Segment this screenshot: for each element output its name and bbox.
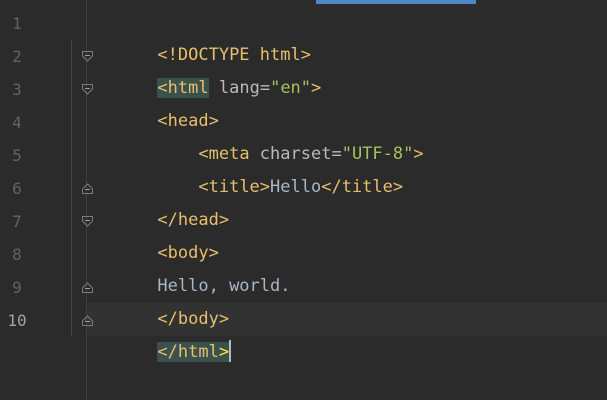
tag-name: html [177,342,219,362]
attribute-name: lang [218,78,260,98]
gutter-row-7: 7 [0,205,93,238]
code-editor[interactable]: 1 2 3 4 5 6 7 8 9 10 <!DOCTYPE html> <ht… [0,0,607,400]
attribute-equals: = [259,78,271,98]
code-line-6[interactable]: </head> [96,171,229,230]
gutter-row-10: 10 [0,304,93,337]
code-line-2[interactable]: <html lang="en"> [96,39,321,98]
gutter-row-4: 4 [0,106,87,139]
code-line-8[interactable]: Hello, world. [96,237,290,296]
code-line-4[interactable]: <meta charset="UTF-8"> [96,105,423,164]
line-number-current: 10 [7,311,27,330]
gutter-row-5: 5 [0,139,87,172]
line-number: 4 [12,113,22,132]
code-line-9[interactable]: </body> [96,270,229,329]
line-number: 5 [12,146,22,165]
tag-bracket-highlighted: > [218,342,230,362]
gutter-row-9: 9 [0,271,93,304]
gutter-row-6: 6 [0,172,93,205]
fold-end-icon[interactable] [82,282,93,293]
fold-collapse-icon[interactable] [82,216,93,227]
code-line-1[interactable]: <!DOCTYPE html> [96,6,311,65]
text-caret [229,340,232,362]
code-line-10[interactable]: </html> [96,303,232,362]
tag-bracket: > [311,78,322,98]
gutter-row-1: 1 [0,7,87,40]
line-number: 6 [12,179,22,198]
fold-collapse-icon[interactable] [82,51,93,62]
line-number: 7 [12,212,22,231]
code-line-5[interactable]: <title>Hello</title> [96,138,403,197]
line-number: 1 [12,14,22,33]
tag-bracket: </ [157,342,178,362]
fold-end-icon[interactable] [82,315,93,326]
code-line-7[interactable]: <body> [96,204,218,263]
title-text: Hello [270,177,322,197]
tag-bracket: > [413,144,424,164]
gutter-row-3: 3 [0,73,93,106]
matched-tag-close: </html> [157,342,230,362]
line-number: 3 [12,80,22,99]
gutter-row-8: 8 [0,238,87,271]
line-number: 8 [12,245,22,264]
line-number: 2 [12,47,22,66]
line-number: 9 [12,278,22,297]
line-number-gutter[interactable]: 1 2 3 4 5 6 7 8 9 10 [0,0,93,400]
title-close-tag: </title> [321,177,404,197]
scroll-position-indicator[interactable] [316,0,476,4]
gutter-row-2: 2 [0,40,93,73]
code-line-3[interactable]: <head> [96,72,218,131]
fold-collapse-icon[interactable] [82,84,93,95]
fold-end-icon[interactable] [82,183,93,194]
attribute-value: "en" [270,78,312,98]
